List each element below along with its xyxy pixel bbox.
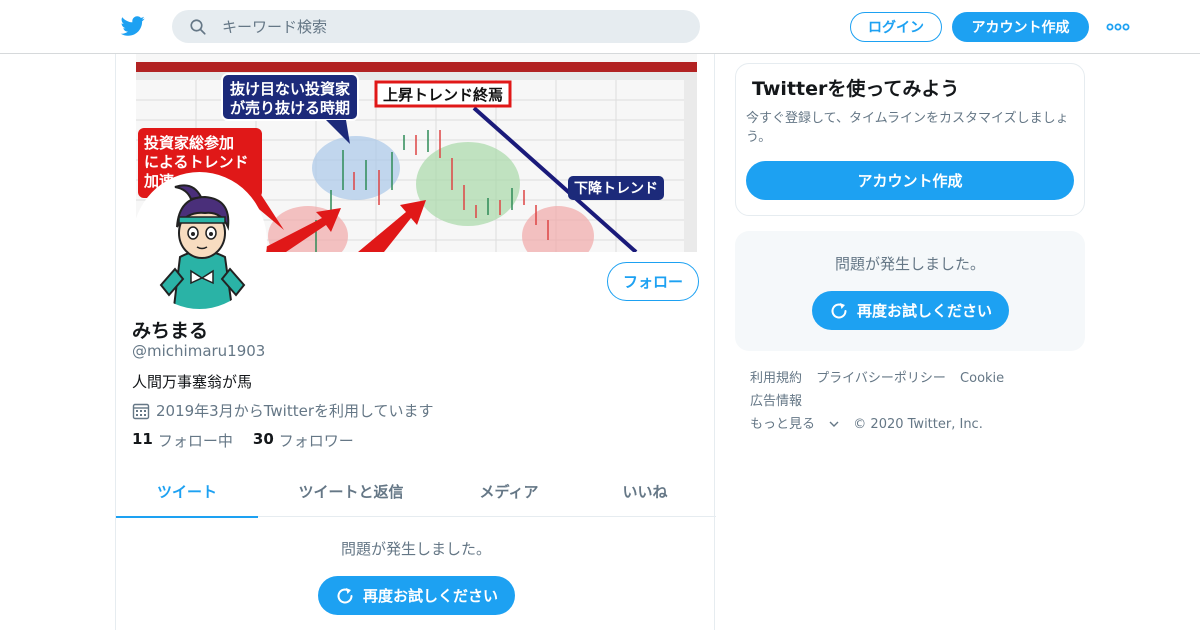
sidebar-error-card: 問題が発生しました。 再度お試しください [735,231,1085,351]
profile-tabs: ツイート ツイートと返信 メディア いいね [116,466,716,518]
refresh-icon [337,587,353,603]
banner-callout-1b: が売り抜ける時期 [230,99,350,117]
tab-likes[interactable]: いいね [574,466,716,517]
login-button[interactable]: ログイン [850,12,942,42]
banner-callout-3: 投資家総参加 [144,134,234,152]
search-icon [190,19,206,35]
search-input[interactable] [222,10,682,43]
profile-bio: 人間万事塞翁が馬 [132,373,253,391]
sidebar-retry-label: 再度お試しください [856,302,992,320]
search-box[interactable] [172,10,700,43]
sidebar-signup-button[interactable]: アカウント作成 [746,161,1074,200]
footer-ads-link[interactable]: 広告情報 [750,394,802,409]
signup-button[interactable]: アカウント作成 [952,12,1089,42]
refresh-icon [831,302,847,318]
sidebar-error-message: 問題が発生しました。 [834,255,985,273]
banner-callout-2: 上昇トレンド終焉 [383,86,503,104]
profile-name: みちまる [132,320,209,342]
signup-promo-title: Twitterを使ってみよう [752,78,960,100]
footer-privacy-link[interactable]: プライバシーポリシー [816,371,946,386]
chevron-down-icon [829,421,839,427]
top-navigation-bar: ログイン アカウント作成 [0,0,1200,54]
banner-callout-3b: によるトレンド [144,153,249,171]
tab-tweets-and-replies[interactable]: ツイートと返信 [258,466,444,517]
profile-handle[interactable]: @michimaru1903 [132,342,265,360]
following-count: 11 [132,430,153,448]
signup-promo-card: Twitterを使ってみよう 今すぐ登録して、タイムラインをカスタマイズしましょ… [735,63,1085,216]
timeline-retry-button[interactable]: 再度お試しください [318,576,515,615]
followers-count: 30 [252,430,274,448]
ninja-character-avatar [135,175,264,309]
signup-promo-description: 今すぐ登録して、タイムラインをカスタマイズしましょう。 [746,111,1069,145]
timeline-retry-label: 再度お試しください [362,587,498,605]
footer-copyright: © 2020 Twitter, Inc. [853,417,983,432]
follow-button[interactable]: フォロー [607,262,699,301]
profile-avatar[interactable] [132,172,267,312]
more-dots-icon[interactable] [1106,20,1130,34]
sidebar-retry-button[interactable]: 再度お試しください [812,291,1009,330]
banner-callout-4: 下降トレンド [574,180,658,197]
sidebar-footer: 利用規約 プライバシーポリシー Cookie 広告情報 もっと見る © 2020… [750,367,1080,436]
following-label: フォロー中 [157,432,233,450]
tab-media[interactable]: メディア [444,466,574,517]
footer-more-label: もっと見る [750,417,816,432]
banner-callout-1: 抜け目ない投資家 [230,80,350,98]
join-date-text: 2019年3月からTwitterを利用しています [156,402,434,420]
followers-label: フォロワー [278,432,354,450]
twitter-bird-icon[interactable] [120,14,146,38]
calendar-icon [132,403,150,419]
timeline-error-message: 問題が発生しました。 [340,540,491,558]
footer-terms-link[interactable]: 利用規約 [750,371,802,386]
tab-tweets[interactable]: ツイート [116,466,258,518]
footer-cookie-link[interactable]: Cookie [960,371,1004,386]
footer-more-link[interactable]: もっと見る [750,417,839,432]
follow-counts: 11 フォロー中 30 フォロワー [132,430,374,451]
followers-count-link[interactable]: 30 フォロワー [253,430,354,451]
profile-main-column: 抜け目ない投資家 が売り抜ける時期 上昇トレンド終焉 投資家総参加 によるトレン… [115,0,716,630]
following-count-link[interactable]: 11 フォロー中 [132,430,233,451]
profile-join-date: 2019年3月からTwitterを利用しています [132,400,434,421]
